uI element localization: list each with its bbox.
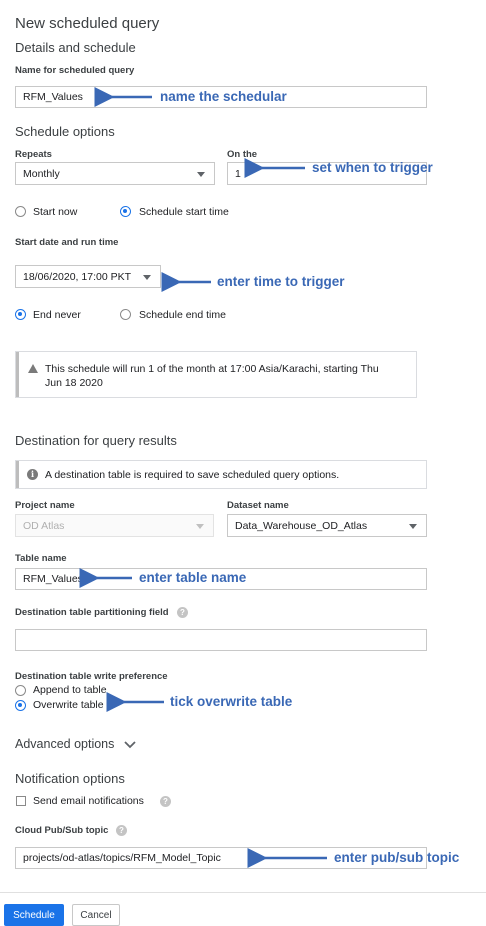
annotation-overwrite: tick overwrite table bbox=[170, 694, 293, 709]
annotation-table: enter table name bbox=[139, 570, 247, 585]
annotation-arrows bbox=[79, 87, 327, 868]
annotation-time: enter time to trigger bbox=[217, 274, 345, 289]
annotation-pubsub: enter pub/sub topic bbox=[334, 850, 460, 865]
annotation-trigger: set when to trigger bbox=[312, 160, 433, 175]
annotation-name: name the schedular bbox=[160, 89, 287, 104]
